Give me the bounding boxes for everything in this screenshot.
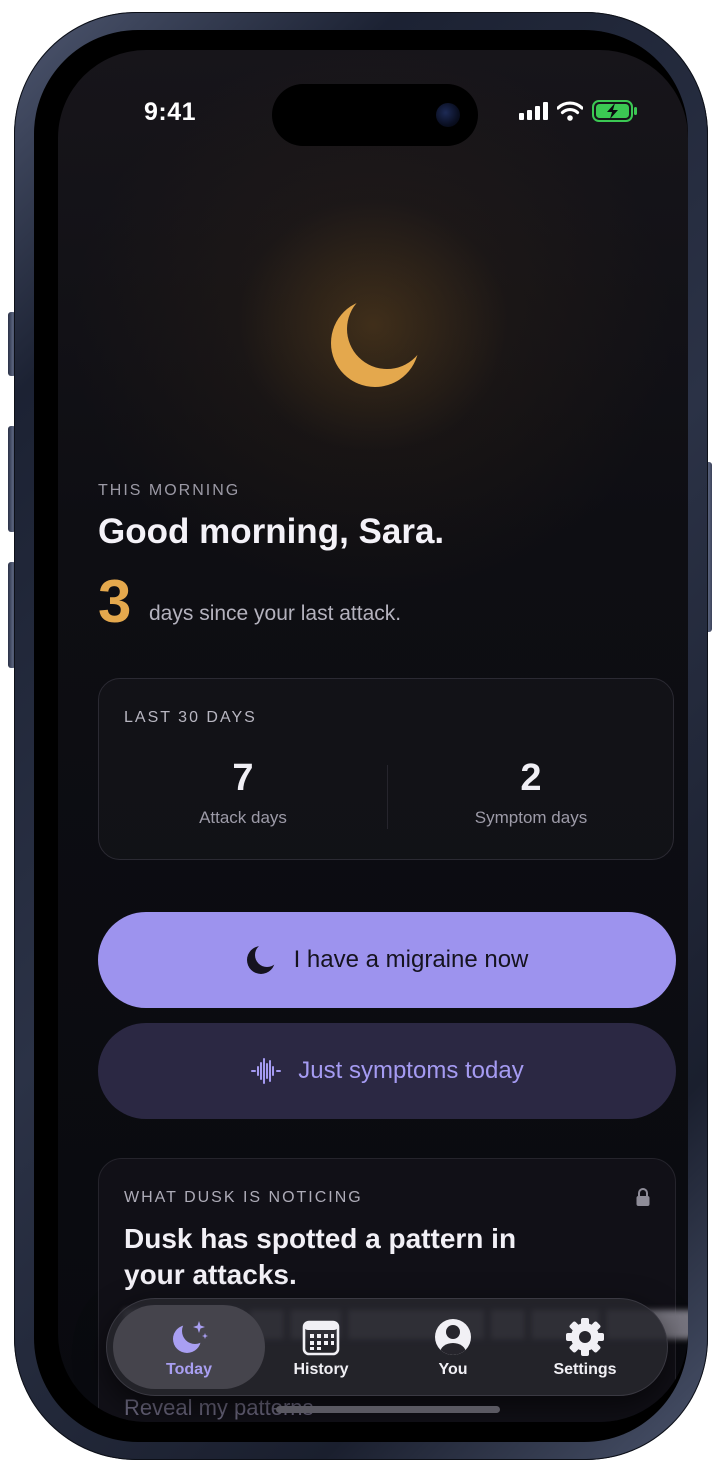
tab-history[interactable]: History — [245, 1305, 397, 1389]
days-since-count: 3 — [98, 568, 132, 635]
tab-settings[interactable]: Settings — [509, 1305, 661, 1389]
battery-charging-icon — [592, 100, 637, 122]
tab-bar: Today History You Settings — [106, 1298, 668, 1396]
stat-caption: Attack days — [199, 808, 287, 827]
crescent-moon-icon — [246, 946, 275, 974]
greeting-title: Good morning, Sara. — [98, 512, 445, 551]
stat-attack-days: 7 Attack days — [99, 757, 387, 828]
stat-symptom-days: 2 Symptom days — [387, 757, 675, 828]
tab-label: You — [438, 1361, 468, 1378]
card-label: WHAT DUSK IS NOTICING — [124, 1189, 363, 1206]
phone-frame: 9:41 THIS MORNING Good morning, Sara. 3 … — [14, 12, 708, 1460]
moon-stars-icon — [173, 1321, 208, 1353]
button-label: I have a migraine now — [293, 946, 529, 973]
days-since-text: days since your last attack. — [149, 602, 402, 625]
tab-label: Settings — [553, 1361, 617, 1378]
cellular-signal-icon — [519, 102, 548, 120]
app-screen: 9:41 THIS MORNING Good morning, Sara. 3 … — [58, 50, 688, 1422]
status-icons — [519, 100, 638, 122]
camera-icon — [436, 103, 460, 127]
crescent-moon-icon — [331, 299, 419, 387]
log-migraine-button[interactable]: I have a migraine now — [98, 912, 676, 1008]
wifi-icon — [557, 101, 583, 121]
insight-title: Dusk has spotted a pattern in your attac… — [124, 1223, 517, 1290]
stat-value: 2 — [520, 757, 542, 799]
section-eyebrow: THIS MORNING — [98, 482, 241, 499]
stat-caption: Symptom days — [474, 808, 588, 827]
home-indicator[interactable] — [276, 1406, 500, 1413]
phone-bezel: 9:41 THIS MORNING Good morning, Sara. 3 … — [34, 30, 688, 1442]
gear-icon — [566, 1318, 604, 1356]
lock-icon — [636, 1188, 650, 1206]
tab-label: History — [293, 1361, 349, 1378]
last-30-days-card[interactable]: LAST 30 DAYS 7 Attack days 2 Symptom day… — [98, 678, 674, 860]
waveform-icon — [251, 1058, 282, 1084]
tab-label: Today — [166, 1361, 212, 1378]
button-label: Just symptoms today — [298, 1057, 524, 1084]
stat-value: 7 — [232, 757, 254, 799]
tab-today[interactable]: Today — [113, 1305, 265, 1389]
card-label: LAST 30 DAYS — [124, 709, 257, 726]
dynamic-island — [272, 84, 478, 146]
calendar-icon — [302, 1320, 340, 1356]
status-time: 9:41 — [144, 98, 197, 126]
tab-you[interactable]: You — [377, 1305, 529, 1389]
person-circle-icon — [435, 1319, 471, 1355]
log-symptoms-button[interactable]: Just symptoms today — [98, 1023, 676, 1119]
